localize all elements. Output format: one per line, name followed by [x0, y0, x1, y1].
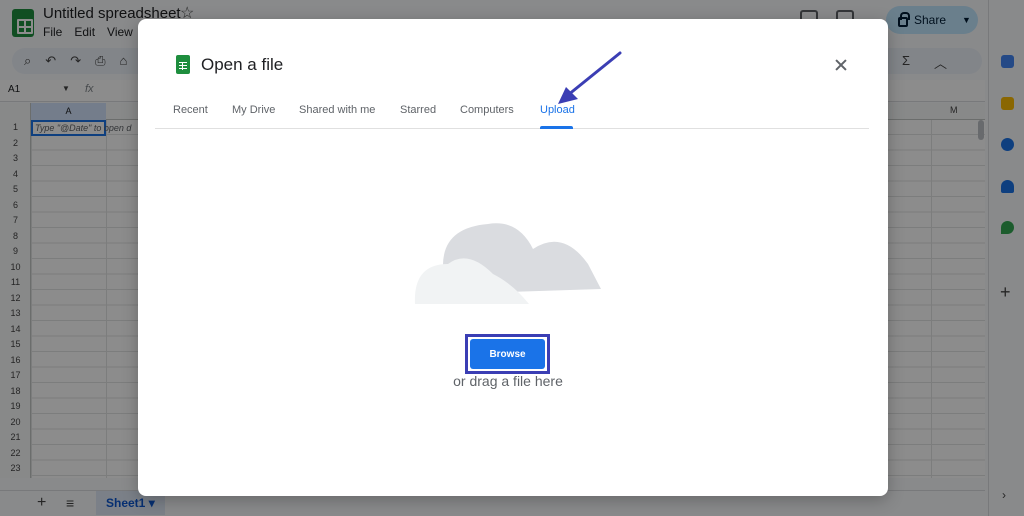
close-icon[interactable] [828, 52, 854, 78]
cloud-upload-icon [414, 223, 601, 304]
tab-computers[interactable]: Computers [460, 104, 514, 116]
drag-hint: or drag a file here [453, 373, 563, 389]
active-tab-indicator [540, 126, 573, 129]
tab-starred[interactable]: Starred [400, 104, 436, 116]
tab-shared-with-me[interactable]: Shared with me [299, 104, 375, 116]
open-file-dialog: Open a file Recent My Drive Shared with … [138, 19, 888, 496]
sheets-logo-icon [176, 55, 190, 74]
dialog-tabs: Recent My Drive Shared with me Starred C… [155, 99, 869, 129]
annotation-arrow-icon [558, 51, 622, 104]
browse-button[interactable]: Browse [470, 339, 545, 369]
tab-my-drive[interactable]: My Drive [232, 104, 275, 116]
dialog-title: Open a file [201, 55, 284, 74]
tab-recent[interactable]: Recent [173, 104, 208, 116]
